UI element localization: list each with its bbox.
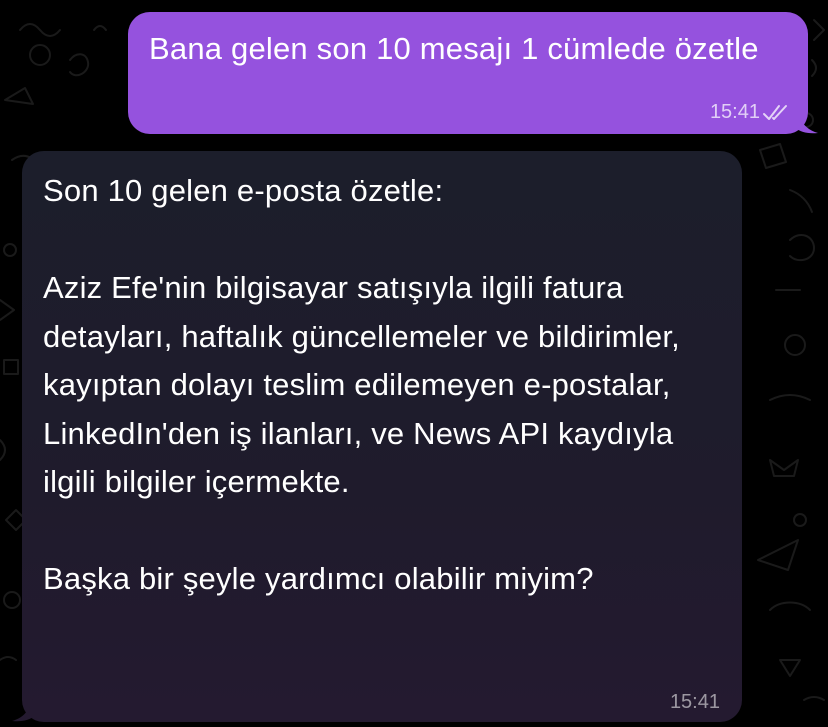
incoming-message-heading: Son 10 gelen e-posta özetle: xyxy=(43,173,444,208)
incoming-bubble-tail xyxy=(12,694,34,722)
incoming-message-closing: Başka bir şeyle yardımcı olabilir miyim? xyxy=(43,561,594,596)
chat-background: Bana gelen son 10 mesajı 1 cümlede özetl… xyxy=(0,0,828,727)
incoming-message-time: 15:41 xyxy=(669,691,720,713)
outgoing-message-text: Bana gelen son 10 mesajı 1 cümlede özetl… xyxy=(149,31,759,66)
outgoing-bubble-tail xyxy=(796,106,818,134)
outgoing-message-time: 15:41 xyxy=(709,101,760,123)
incoming-message-bubble[interactable]: Son 10 gelen e-posta özetle: Aziz Efe'ni… xyxy=(22,151,742,722)
outgoing-message-bubble[interactable]: Bana gelen son 10 mesajı 1 cümlede özetl… xyxy=(128,12,808,134)
incoming-message-summary: Aziz Efe'nin bilgisayar satışıyla ilgili… xyxy=(43,270,680,499)
double-check-icon xyxy=(763,104,787,120)
outgoing-message-meta: 15:41 xyxy=(710,101,792,124)
